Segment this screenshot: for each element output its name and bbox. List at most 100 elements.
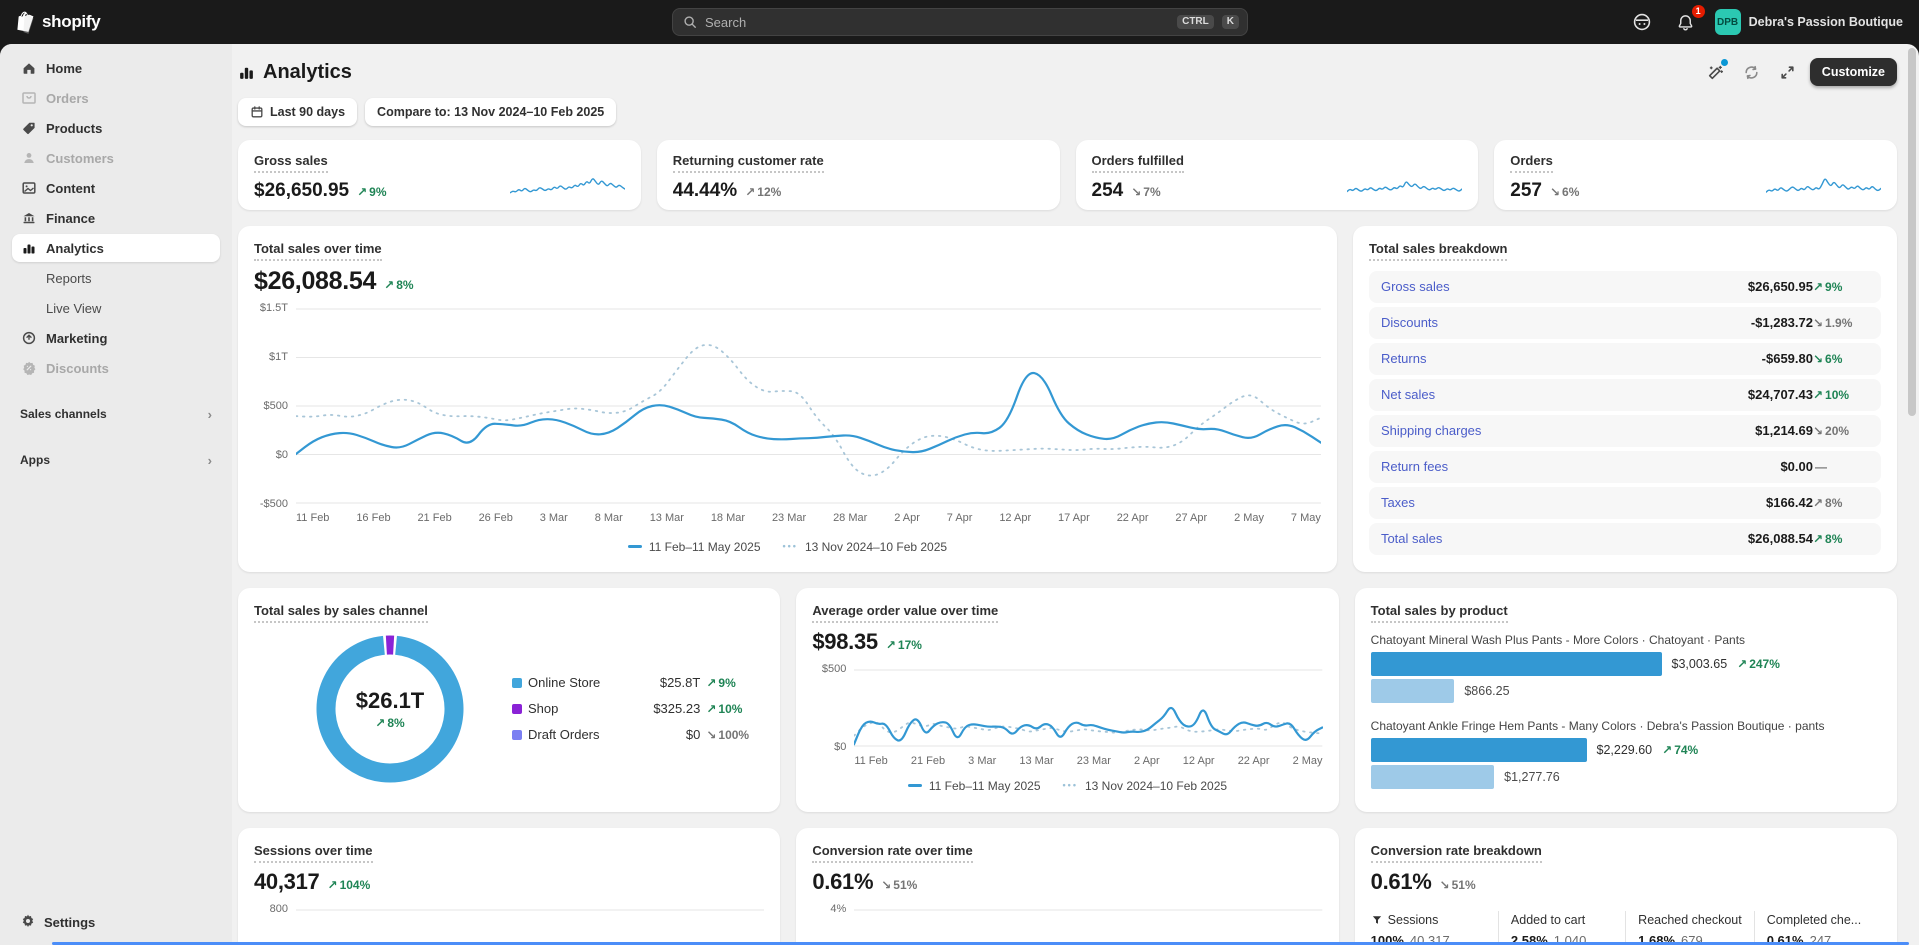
x-axis: 11 Feb16 Feb21 Feb26 Feb3 Mar8 Mar13 Mar… [296, 512, 1321, 524]
donut-chart[interactable]: $26.1T ↗8% [312, 631, 468, 787]
breakdown-link[interactable]: Discounts [1381, 315, 1751, 330]
scrollbar-thumb[interactable] [1908, 48, 1916, 416]
aov-value: $98.35 [812, 629, 878, 655]
product-row: Chatoyant Mineral Wash Plus Pants - More… [1371, 633, 1881, 703]
marketing-icon [20, 329, 38, 347]
analytics-title-icon [238, 64, 255, 81]
breakdown-link[interactable]: Return fees [1381, 459, 1780, 474]
funnel-step-added-to-cart: Added to cart 2.58%1,040 [1498, 911, 1625, 945]
calendar-icon [250, 105, 264, 119]
sparkline-orders [1766, 170, 1881, 198]
y-axis: $1.5T$1T$500$0-$500 [254, 308, 296, 504]
fullscreen-button[interactable] [1774, 58, 1802, 86]
breakdown-row: Returns-$659.80↘6% [1369, 343, 1881, 375]
metric-card-orders-fulfilled[interactable]: Orders fulfilled 254 ↘7% [1076, 140, 1479, 210]
product-bar-current[interactable] [1371, 652, 1662, 676]
sidebar-item-settings[interactable]: Settings [12, 907, 220, 937]
sessions-plot[interactable] [296, 909, 764, 945]
magic-insights-button[interactable] [1702, 58, 1730, 86]
total-sales-plot[interactable] [296, 308, 1321, 504]
sidebar-section-apps[interactable]: Apps › [12, 446, 220, 474]
store-name: Debra's Passion Boutique [1749, 15, 1903, 29]
channel-legend-row: Online Store $25.8T ↗9% [512, 670, 760, 696]
topbar: shopify CTRL K 1 DPB Deb [0, 0, 1919, 44]
donut-center-value: $26.1T [356, 688, 425, 714]
notifications-button[interactable]: 1 [1671, 7, 1701, 37]
shopify-logo[interactable]: shopify [14, 10, 234, 34]
breakdown-row: Shipping charges$1,214.69↘20% [1369, 415, 1881, 447]
breakdown-link[interactable]: Returns [1381, 351, 1762, 366]
analytics-icon [20, 239, 38, 257]
products-title: Total sales by product [1371, 603, 1508, 623]
aov-over-time-card: Average order value over time $98.35 ↗17… [796, 588, 1338, 812]
product-bar-previous[interactable] [1371, 765, 1494, 789]
search-bar[interactable]: CTRL K [672, 8, 1248, 36]
breakdown-link[interactable]: Shipping charges [1381, 423, 1755, 438]
conversion-breakdown-delta: ↘51% [1440, 878, 1476, 892]
y-axis: $500$0 [812, 669, 854, 747]
chart-hero-value: $26,088.54 [254, 267, 376, 296]
chart-title: Total sales over time [254, 241, 382, 261]
sidebar-item-customers[interactable]: Customers [12, 144, 220, 172]
sidebar-item-finance[interactable]: Finance [12, 204, 220, 232]
metric-title: Returning customer rate [673, 153, 824, 173]
content-icon [20, 179, 38, 197]
metric-title: Gross sales [254, 153, 328, 173]
aov-plot[interactable] [854, 669, 1322, 747]
product-bar-previous[interactable] [1371, 679, 1455, 703]
kbd-k: K [1222, 15, 1239, 29]
funnel-step-completed-checkout: Completed che... 0.61%247 [1754, 911, 1881, 945]
metric-card-orders[interactable]: Orders 257 ↘6% [1494, 140, 1897, 210]
legend-current-period: 11 Feb–11 May 2025 [908, 779, 1041, 793]
metric-value: 44.44% [673, 180, 737, 202]
metric-delta: ↘7% [1131, 185, 1160, 199]
sidebar-section-sales-channels[interactable]: Sales channels › [12, 400, 220, 428]
breakdown-link[interactable]: Net sales [1381, 387, 1748, 402]
metric-title: Orders fulfilled [1092, 153, 1184, 173]
sidekick-assistant-button[interactable] [1627, 7, 1657, 37]
orders-icon [20, 89, 38, 107]
product-bar-current[interactable] [1371, 738, 1587, 762]
new-indicator-dot [1721, 59, 1728, 66]
sidebar-item-home[interactable]: Home [12, 54, 220, 82]
sidebar-item-content[interactable]: Content [12, 174, 220, 202]
chevron-right-icon: › [208, 453, 212, 468]
sidebar-item-analytics[interactable]: Analytics [12, 234, 220, 262]
refresh-button[interactable] [1738, 58, 1766, 86]
customize-button[interactable]: Customize [1810, 58, 1897, 86]
date-range-button[interactable]: Last 90 days [238, 98, 357, 126]
breakdown-row: Return fees$0.00— [1369, 451, 1881, 483]
store-menu[interactable]: DPB Debra's Passion Boutique [1715, 9, 1903, 35]
breakdown-link[interactable]: Gross sales [1381, 279, 1748, 294]
metric-card-gross-sales[interactable]: Gross sales $26,650.95 ↗9% [238, 140, 641, 210]
breakdown-link[interactable]: Taxes [1381, 495, 1766, 510]
legend-previous-period: •••13 Nov 2024–10 Feb 2025 [783, 540, 948, 554]
metric-value: $26,650.95 [254, 180, 349, 202]
conversion-plot[interactable] [854, 909, 1322, 945]
sparkline-orders-fulfilled [1347, 170, 1462, 198]
channel-legend-row: Shop $325.23 ↗10% [512, 696, 760, 722]
sidebar-item-marketing[interactable]: Marketing [12, 324, 220, 352]
funnel-icon [1371, 914, 1383, 926]
search-input[interactable] [705, 15, 1169, 30]
sidebar-item-live-view[interactable]: Live View [12, 294, 220, 322]
solid-line-swatch [628, 545, 642, 548]
sidebar-item-reports[interactable]: Reports [12, 264, 220, 292]
sidebar-item-discounts[interactable]: Discounts [12, 354, 220, 382]
sidebar-item-products[interactable]: Products [12, 114, 220, 142]
breakdown-link[interactable]: Total sales [1381, 531, 1748, 546]
channel-title: Total sales by sales channel [254, 603, 428, 623]
assistant-icon [1632, 12, 1652, 32]
chart-hero-delta: ↗8% [384, 278, 413, 292]
channel-legend-row: Draft Orders $0 ↘100% [512, 722, 760, 748]
metric-card-returning-rate[interactable]: Returning customer rate 44.44% ↗12% [657, 140, 1060, 210]
breakdown-row: Total sales$26,088.54↗8% [1369, 523, 1881, 555]
sessions-over-time-card: Sessions over time 40,317 ↗104% 80060040… [238, 828, 780, 945]
funnel-step-reached-checkout: Reached checkout 1.68%679 [1625, 911, 1754, 945]
metric-value: 257 [1510, 180, 1542, 202]
conversion-breakdown-value: 0.61% [1371, 869, 1432, 895]
sidebar-item-orders[interactable]: Orders [12, 84, 220, 112]
settings-gear-icon [20, 913, 36, 932]
aov-delta: ↗17% [886, 638, 922, 652]
compare-range-button[interactable]: Compare to: 13 Nov 2024–10 Feb 2025 [365, 98, 616, 126]
